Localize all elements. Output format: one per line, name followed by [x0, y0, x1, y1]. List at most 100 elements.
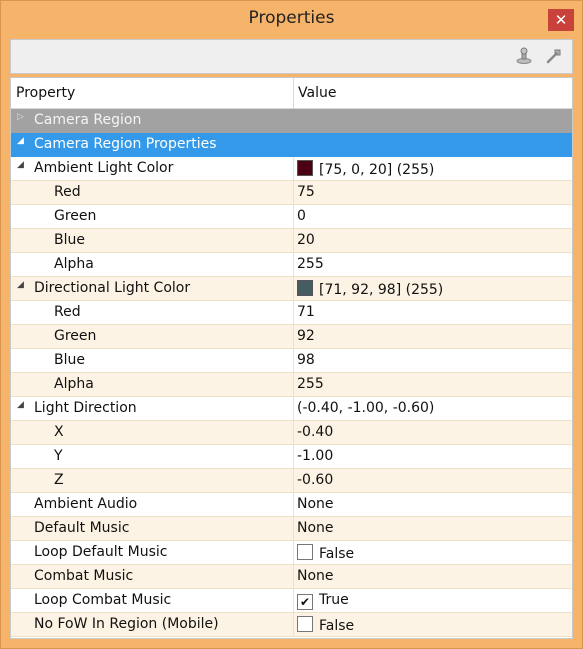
- color-swatch[interactable]: [297, 280, 313, 296]
- property-name: Directional Light Color: [34, 280, 191, 296]
- property-value[interactable]: 0: [297, 208, 306, 224]
- property-value[interactable]: None: [297, 568, 334, 584]
- property-value[interactable]: 71: [297, 304, 315, 320]
- collapse-arrow-icon[interactable]: ◢: [17, 280, 27, 290]
- property-row-no-fow-in-region-mobile[interactable]: No FoW In Region (Mobile) False: [11, 613, 572, 637]
- property-name: Default Music: [34, 520, 130, 536]
- property-row-default-music[interactable]: Default Music None: [11, 517, 572, 541]
- property-value-text: 71: [297, 304, 315, 320]
- collapse-arrow-icon[interactable]: ◢: [17, 160, 27, 170]
- property-value[interactable]: 75: [297, 184, 315, 200]
- property-value[interactable]: [71, 92, 98] (255): [297, 280, 443, 298]
- property-row-z[interactable]: Z -0.60: [11, 469, 572, 493]
- property-row-red[interactable]: Red 75: [11, 181, 572, 205]
- property-value[interactable]: 20: [297, 232, 315, 248]
- property-row-combat-music[interactable]: Combat Music None: [11, 565, 572, 589]
- property-value-text: -0.40: [297, 424, 334, 440]
- window-title: Properties: [248, 8, 335, 28]
- property-name: Alpha: [54, 376, 94, 392]
- property-row-x[interactable]: X -0.40: [11, 421, 572, 445]
- cell-divider: [293, 469, 294, 493]
- property-value-text: None: [297, 496, 334, 512]
- property-name: Green: [54, 208, 97, 224]
- property-column-header[interactable]: Property: [16, 85, 75, 101]
- property-value-text: [75, 0, 20] (255): [319, 162, 435, 178]
- property-value-text: 255: [297, 256, 324, 272]
- property-value[interactable]: False: [297, 616, 354, 634]
- property-value[interactable]: -0.60: [297, 472, 333, 488]
- property-row-loop-default-music[interactable]: Loop Default Music False: [11, 541, 572, 565]
- wrench-icon[interactable]: [544, 47, 564, 67]
- close-button[interactable]: ✕: [548, 9, 574, 31]
- cell-divider: [293, 277, 294, 301]
- title-bar[interactable]: Properties ✕: [1, 1, 582, 37]
- property-grid: Property Value ▷ Camera Region ◢ Camera Reg…: [10, 77, 573, 639]
- property-value[interactable]: ✔ True: [297, 592, 349, 610]
- value-column-header[interactable]: Value: [298, 85, 336, 101]
- property-value[interactable]: False: [297, 544, 354, 562]
- property-row-directional-light-color[interactable]: ◢ Directional Light Color [71, 92, 98] (25…: [11, 277, 572, 301]
- property-row-ambient-audio[interactable]: Ambient Audio None: [11, 493, 572, 517]
- property-value-text: 255: [297, 376, 324, 392]
- property-value-text: 20: [297, 232, 315, 248]
- pin-icon[interactable]: [514, 47, 534, 67]
- property-row-alpha[interactable]: Alpha 255: [11, 253, 572, 277]
- cell-divider: [293, 421, 294, 445]
- property-row-ambient-light-color[interactable]: ◢ Ambient Light Color [75, 0, 20] (255): [11, 157, 572, 181]
- checkbox-unchecked[interactable]: [297, 544, 313, 560]
- toolbar: [10, 39, 573, 74]
- property-name: Loop Default Music: [34, 544, 168, 560]
- property-row-loop-combat-music[interactable]: Loop Combat Music ✔ True: [11, 589, 572, 613]
- properties-window: Properties ✕ Property Value ▷ Camera Regi…: [0, 0, 583, 649]
- property-name: Green: [54, 328, 97, 344]
- property-value[interactable]: None: [297, 496, 334, 512]
- property-value[interactable]: 255: [297, 256, 324, 272]
- property-name: Y: [54, 448, 63, 464]
- color-swatch[interactable]: [297, 160, 313, 176]
- expand-arrow-icon[interactable]: ▷: [17, 112, 27, 122]
- column-divider[interactable]: [293, 78, 294, 108]
- cell-divider: [293, 205, 294, 229]
- category-row-camera-region[interactable]: ▷ Camera Region: [11, 109, 572, 133]
- property-value[interactable]: [75, 0, 20] (255): [297, 160, 434, 178]
- property-value-text: [71, 92, 98] (255): [319, 282, 444, 298]
- property-name: Camera Region: [34, 112, 142, 128]
- property-value[interactable]: -0.40: [297, 424, 333, 440]
- property-row-y[interactable]: Y -1.00: [11, 445, 572, 469]
- property-value[interactable]: -1.00: [297, 448, 333, 464]
- cell-divider: [293, 229, 294, 253]
- property-value[interactable]: None: [297, 520, 334, 536]
- property-value-text: False: [319, 618, 355, 634]
- collapse-arrow-icon[interactable]: ◢: [17, 400, 27, 410]
- property-name: Camera Region Properties: [34, 136, 217, 152]
- property-name: Red: [54, 304, 81, 320]
- property-value-text: None: [297, 568, 334, 584]
- property-value[interactable]: (-0.40, -1.00, -0.60): [297, 400, 434, 416]
- property-name: Red: [54, 184, 81, 200]
- property-value[interactable]: 92: [297, 328, 315, 344]
- property-row-alpha[interactable]: Alpha 255: [11, 373, 572, 397]
- property-value[interactable]: 98: [297, 352, 315, 368]
- cell-divider: [293, 517, 294, 541]
- checkbox-checked[interactable]: ✔: [297, 594, 313, 610]
- property-name: Alpha: [54, 256, 94, 272]
- grid-header: Property Value: [11, 78, 572, 109]
- property-name: Blue: [54, 352, 85, 368]
- cell-divider: [293, 253, 294, 277]
- property-row-green[interactable]: Green 92: [11, 325, 572, 349]
- property-name: Loop Combat Music: [34, 592, 172, 608]
- property-value[interactable]: 255: [297, 376, 324, 392]
- property-value-text: False: [319, 546, 355, 562]
- category-row-camera-region-properties[interactable]: ◢ Camera Region Properties: [11, 133, 572, 157]
- cell-divider: [293, 157, 294, 181]
- property-row-light-direction[interactable]: ◢ Light Direction (-0.40, -1.00, -0.60): [11, 397, 572, 421]
- property-name: Blue: [54, 232, 85, 248]
- checkbox-unchecked[interactable]: [297, 616, 313, 632]
- collapse-arrow-icon[interactable]: ◢: [17, 136, 27, 146]
- property-row-green[interactable]: Green 0: [11, 205, 572, 229]
- cell-divider: [293, 181, 294, 205]
- property-row-red[interactable]: Red 71: [11, 301, 572, 325]
- property-row-blue[interactable]: Blue 98: [11, 349, 572, 373]
- property-row-blue[interactable]: Blue 20: [11, 229, 572, 253]
- property-name: No FoW In Region (Mobile): [34, 616, 219, 632]
